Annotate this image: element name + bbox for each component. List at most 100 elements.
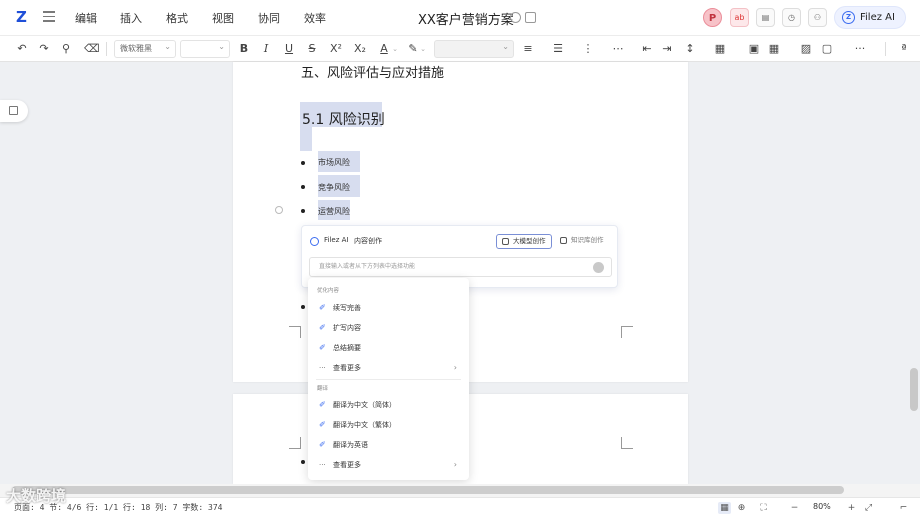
numbered-list-icon[interactable]: ⋮ — [581, 41, 595, 57]
menu-insert[interactable]: 插入 — [120, 10, 142, 26]
align-icon[interactable]: ≡ — [521, 41, 535, 57]
subscript-button[interactable]: X₂ — [353, 41, 367, 57]
bullet-item[interactable]: 市场风险 — [318, 157, 350, 168]
toolbar-divider — [885, 42, 886, 56]
zoom-level[interactable]: 80% — [813, 502, 831, 511]
format-toolbar: ↶ ↷ ⚲ ⌫ 微软雅黑 B I U S X² X₂ A ⌄ ✎ ⌄ ≡ ☰ ⋮… — [0, 36, 920, 62]
strikethrough-button[interactable]: S — [306, 41, 318, 57]
add-block-icon[interactable] — [275, 206, 283, 214]
ai-prompt-placeholder: 直接输入或者从下方列表中选择功能 — [319, 263, 416, 270]
menu-item-more-translate[interactable]: ··· 查看更多 › — [308, 456, 469, 474]
filez-ai-button[interactable]: Z Filez AI — [834, 6, 906, 29]
highlight-dropdown-icon[interactable]: ⌄ — [420, 41, 426, 57]
horizontal-scroll-thumb[interactable] — [12, 486, 844, 494]
fit-width-icon[interactable]: ⤢ — [862, 502, 875, 514]
pen-icon: ✐ — [319, 400, 326, 409]
hamburger-menu-icon[interactable] — [43, 11, 55, 23]
menu-item-label: 翻译为中文（简体） — [333, 401, 396, 409]
highlight-icon[interactable]: ✎ — [407, 41, 419, 57]
redo-icon[interactable]: ↷ — [38, 41, 50, 57]
share-icon[interactable]: ⚇ — [808, 8, 827, 27]
more-icon: ··· — [319, 461, 326, 469]
indent-increase-icon[interactable]: ⇥ — [661, 41, 673, 57]
table-icon[interactable]: ▦ — [713, 41, 727, 57]
user-avatar[interactable]: P — [703, 8, 722, 27]
image-icon[interactable]: ▨ — [800, 41, 812, 57]
font-color-dropdown-icon[interactable]: ⌄ — [392, 41, 398, 57]
margin-corner — [621, 326, 633, 338]
undo-icon[interactable]: ↶ — [16, 41, 28, 57]
font-size-select[interactable] — [180, 39, 230, 58]
line-spacing-icon[interactable]: ↕ — [683, 41, 697, 57]
insert-object-icon[interactable]: ▢ — [820, 41, 834, 57]
format-painter-icon[interactable]: ⚲ — [60, 41, 72, 57]
fullscreen-icon[interactable]: ⛶ — [757, 502, 770, 514]
ai-panel-subtitle: 内容创作 — [354, 237, 382, 245]
vertical-scroll-thumb[interactable] — [910, 368, 918, 411]
doc-info-icon[interactable] — [525, 12, 536, 23]
app-logo[interactable]: Z — [16, 9, 30, 25]
word-count-icon[interactable]: ª — [897, 41, 911, 57]
menu-group-label: 翻译 — [317, 386, 329, 392]
indent-decrease-icon[interactable]: ⇤ — [641, 41, 653, 57]
subsection-heading[interactable]: 5.1 风险识别 — [302, 109, 385, 129]
page-view-icon[interactable]: ▦ — [718, 502, 731, 514]
menu-item-label: 总结摘要 — [333, 344, 361, 352]
section-heading[interactable]: 五、风险评估与应对措施 — [301, 62, 444, 81]
menu-item-translate-zh-hans[interactable]: ✐ 翻译为中文（简体） — [308, 396, 469, 414]
vertical-scrollbar[interactable] — [908, 62, 920, 484]
comment-icon[interactable]: ▤ — [756, 8, 775, 27]
outline-toggle-button[interactable] — [0, 100, 28, 122]
menu-item-continue-writing[interactable]: ✐ 续写完善 — [308, 299, 469, 317]
web-view-icon[interactable]: ⊕ — [735, 502, 748, 514]
book-icon — [560, 237, 567, 244]
multilevel-list-icon[interactable]: ⋯ — [611, 41, 625, 57]
superscript-button[interactable]: X² — [329, 41, 343, 57]
history-icon[interactable]: ◷ — [782, 8, 801, 27]
bold-button[interactable]: B — [238, 41, 250, 57]
pen-icon: ✐ — [319, 420, 326, 429]
bullet-item[interactable]: 竞争风险 — [318, 182, 350, 193]
send-icon[interactable] — [593, 262, 604, 273]
menu-collab[interactable]: 协同 — [258, 10, 280, 26]
font-family-select[interactable]: 微软雅黑 — [114, 39, 176, 58]
italic-button[interactable]: I — [260, 41, 272, 57]
frame-icon[interactable]: ▣ — [748, 41, 760, 57]
ai-panel-title: Filez AI — [324, 236, 349, 244]
ai-prompt-input[interactable]: 直接输入或者从下方列表中选择功能 — [309, 257, 612, 277]
font-color-button[interactable]: A — [378, 41, 390, 57]
filez-ai-icon: Z — [842, 11, 855, 24]
llm-creation-tab[interactable]: 大模型创作 — [496, 234, 552, 249]
knowledge-base-tab[interactable]: 知识库创作 — [555, 234, 609, 249]
more-tools-button[interactable]: ··· — [852, 41, 868, 57]
horizontal-scrollbar[interactable] — [0, 484, 920, 497]
menu-item-label: 扩写内容 — [333, 324, 361, 332]
menu-item-expand[interactable]: ✐ 扩写内容 — [308, 319, 469, 337]
document-title[interactable]: XX客户营销方案 — [418, 9, 514, 28]
margin-corner — [289, 326, 301, 338]
menu-format[interactable]: 格式 — [166, 10, 188, 26]
more-icon: ··· — [319, 364, 326, 372]
menu-view[interactable]: 视图 — [212, 10, 234, 26]
collapse-icon[interactable]: ⌐ — [897, 502, 910, 514]
menu-item-more-optimize[interactable]: ··· 查看更多 › — [308, 359, 469, 377]
bullet-list-icon[interactable]: ☰ — [551, 41, 565, 57]
menu-item-label: 续写完善 — [333, 304, 361, 312]
zoom-in-icon[interactable]: + — [845, 502, 858, 514]
clear-format-icon[interactable]: ⌫ — [84, 41, 100, 57]
menu-item-translate-en[interactable]: ✐ 翻译为英语 — [308, 436, 469, 454]
zoom-out-icon[interactable]: − — [788, 502, 801, 514]
sync-status-icon[interactable] — [510, 12, 521, 23]
track-changes-icon[interactable]: ab — [730, 8, 749, 27]
menu-item-summary[interactable]: ✐ 总结摘要 — [308, 339, 469, 357]
paragraph-style-select[interactable] — [434, 39, 514, 58]
menu-efficiency[interactable]: 效率 — [304, 10, 326, 26]
menu-group-label: 优化内容 — [317, 288, 340, 294]
grid-icon[interactable]: ▦ — [767, 41, 781, 57]
menu-edit[interactable]: 编辑 — [75, 10, 97, 26]
bullet-item[interactable]: 运营风险 — [318, 206, 350, 217]
bullet-point — [301, 305, 305, 309]
underline-button[interactable]: U — [283, 41, 295, 57]
menu-item-translate-zh-hant[interactable]: ✐ 翻译为中文（繁体） — [308, 416, 469, 434]
pen-icon: ✐ — [319, 440, 326, 449]
